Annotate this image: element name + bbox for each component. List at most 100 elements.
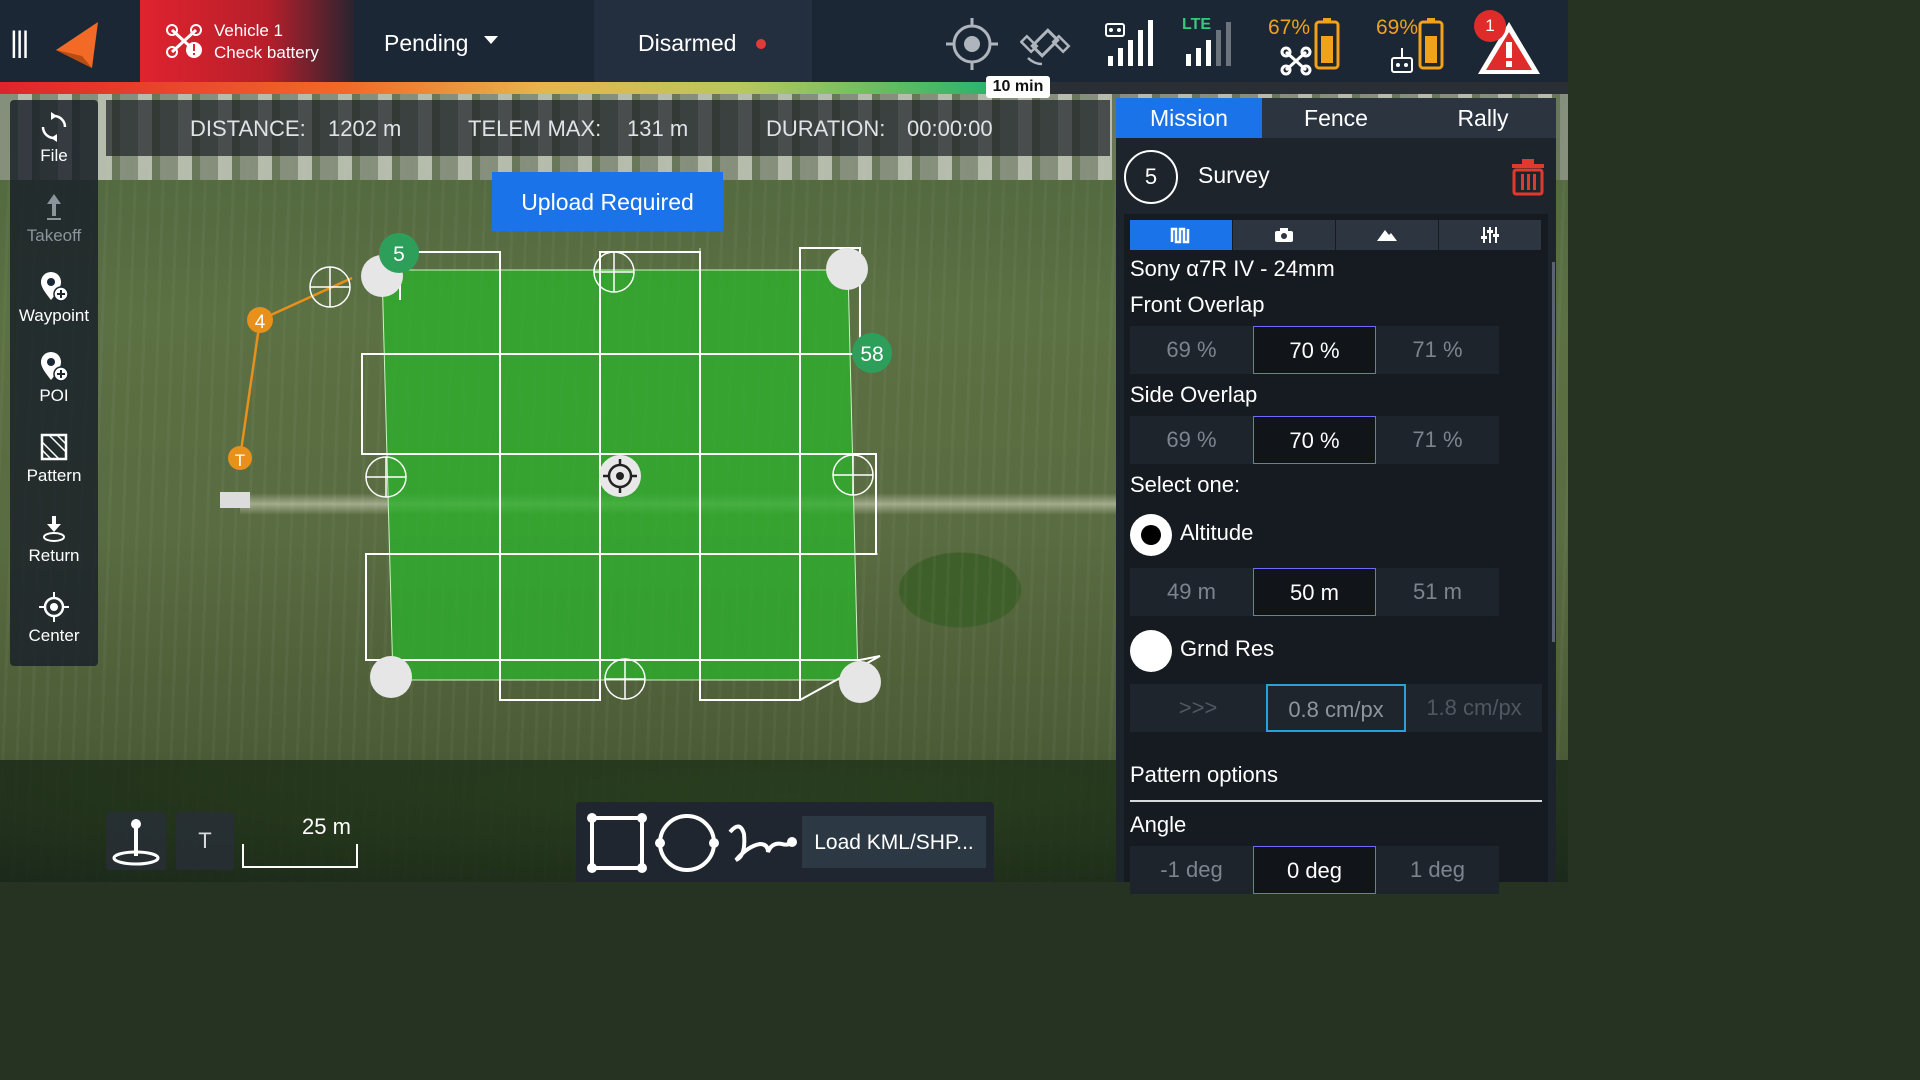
pattern-options-label[interactable]: Pattern options [1130, 762, 1278, 788]
arm-status-label: Disarmed [638, 30, 737, 56]
survey-center-handle[interactable] [599, 455, 641, 497]
poi-icon [41, 352, 69, 382]
waypoint-4-label: 4 [255, 312, 266, 333]
camera-name[interactable]: Sony α7R IV - 24mm [1130, 256, 1335, 282]
survey-subtabs [1130, 220, 1542, 250]
telem-max-value: 131 m [627, 116, 689, 141]
altitude-selected[interactable]: 50 m [1253, 568, 1376, 616]
tool-pattern[interactable]: Pattern [10, 420, 98, 492]
sliders-icon [1481, 227, 1499, 243]
upload-required-button[interactable]: Upload Required [492, 172, 723, 231]
tab-fence[interactable]: Fence [1263, 98, 1409, 138]
vehicle-status-text: Check battery [214, 43, 319, 62]
tool-center-label: Center [28, 626, 80, 645]
tool-poi[interactable]: POI [10, 340, 98, 412]
altitude-picker[interactable]: 49 m 50 m 51 m [1130, 568, 1500, 618]
grnd-res-option: >>> [1130, 684, 1266, 732]
side-overlap-option[interactable]: 71 % [1376, 416, 1499, 464]
gps-icon[interactable] [944, 16, 1000, 72]
pin-icon [112, 819, 160, 866]
flight-time-progress [0, 82, 1568, 94]
pattern-icon [40, 433, 68, 461]
plan-toolbar: File Takeoff Waypoint POI Pattern Return… [10, 100, 98, 666]
trash-icon[interactable] [1510, 158, 1546, 196]
side-overlap-picker[interactable]: 69 % 70 % 71 % [1130, 416, 1500, 466]
satellite-icon[interactable] [1020, 18, 1072, 68]
arm-status-dot [756, 39, 766, 49]
subtab-camera[interactable] [1233, 220, 1335, 250]
tool-file-label: File [40, 146, 68, 165]
takeoff-icon [47, 194, 61, 220]
tool-takeoff[interactable]: Takeoff [10, 180, 98, 252]
subtab-transects[interactable] [1130, 220, 1232, 250]
tool-takeoff-label: Takeoff [26, 226, 82, 245]
vehicle-name: Vehicle 1 [214, 21, 283, 40]
vehicle-location-button[interactable] [106, 812, 166, 870]
map-building [220, 492, 250, 508]
angle-label: Angle [1130, 812, 1187, 837]
map-scale-label: 25 m [302, 814, 351, 839]
tool-return[interactable]: Return [10, 500, 98, 572]
alert-count-badge[interactable]: 1 [1474, 10, 1506, 42]
sequence-number[interactable]: 5 [1124, 150, 1178, 204]
tab-rally[interactable]: Rally [1410, 98, 1556, 138]
tool-poi-label: POI [39, 386, 69, 405]
circle-shape-icon[interactable] [654, 812, 720, 874]
mission-path [238, 276, 353, 459]
mission-editor-panel: Mission Fence Rally 5 Survey Sony α7R IV… [1116, 98, 1556, 894]
subtab-terrain[interactable] [1336, 220, 1438, 250]
controller-battery-icon[interactable] [1390, 14, 1454, 76]
angle-option[interactable]: 1 deg [1376, 846, 1499, 894]
tool-file[interactable]: File [10, 100, 98, 172]
front-overlap-selected[interactable]: 70 % [1253, 326, 1376, 374]
front-overlap-picker[interactable]: 69 % 70 % 71 % [1130, 326, 1500, 376]
subtab-settings[interactable] [1439, 220, 1541, 250]
rectangle-shape-icon[interactable] [586, 812, 648, 874]
altitude-option[interactable]: 51 m [1376, 568, 1499, 616]
flight-mode-label: Pending [384, 30, 469, 56]
side-overlap-label: Side Overlap [1130, 382, 1258, 407]
distance-value: 1202 m [328, 116, 402, 141]
section-divider [1130, 800, 1542, 802]
vehicle-status-alert[interactable]: Vehicle 1 Check battery [140, 0, 354, 82]
panel-scrollbar[interactable] [1552, 262, 1555, 642]
angle-selected[interactable]: 0 deg [1253, 846, 1376, 894]
angle-option[interactable]: -1 deg [1130, 846, 1253, 894]
drone-battery-icon[interactable] [1278, 14, 1348, 76]
tab-mission[interactable]: Mission [1116, 98, 1262, 138]
arm-status-indicator[interactable]: Disarmed [594, 0, 812, 82]
camera-icon [1275, 228, 1293, 242]
side-overlap-option[interactable]: 69 % [1130, 416, 1253, 464]
tool-return-label: Return [28, 546, 80, 565]
grnd-res-label: Grnd Res [1180, 636, 1275, 661]
app-logo-icon[interactable] [52, 20, 98, 72]
chevron-down-icon [484, 36, 498, 44]
flight-mode-dropdown[interactable]: Pending [354, 0, 594, 82]
center-icon [39, 592, 69, 622]
tool-waypoint[interactable]: Waypoint [10, 260, 98, 332]
load-kml-button[interactable]: Load KML/SHP... [802, 816, 986, 868]
front-overlap-option[interactable]: 71 % [1376, 326, 1499, 374]
duration-value: 00:00:00 [907, 116, 993, 141]
tool-center[interactable]: Center [10, 580, 98, 652]
map-scale-bar [242, 844, 358, 868]
drone-warning-icon [166, 24, 202, 58]
mission-stats-bar: DISTANCE: 1202 m TELEM MAX: 131 m DURATI… [106, 100, 1110, 156]
altitude-option[interactable]: 49 m [1130, 568, 1253, 616]
side-overlap-selected[interactable]: 70 % [1253, 416, 1376, 464]
survey-start-label: 5 [393, 243, 405, 266]
flight-time-progress-fill [0, 82, 988, 94]
lte-signal-icon[interactable] [1184, 20, 1240, 70]
front-overlap-option[interactable]: 69 % [1130, 326, 1253, 374]
takeoff-toggle-button[interactable]: T [176, 812, 234, 870]
angle-picker[interactable]: -1 deg 0 deg 1 deg [1130, 846, 1500, 896]
freehand-shape-icon[interactable] [726, 816, 798, 870]
menu-icon[interactable]: ||| [10, 26, 29, 60]
rc-signal-icon[interactable] [1104, 16, 1164, 70]
grnd-res-radio[interactable] [1130, 630, 1172, 672]
grnd-res-picker[interactable]: >>> 0.8 cm/px 1.8 cm/px [1130, 684, 1542, 734]
survey-item-header: 5 Survey [1116, 142, 1556, 212]
survey-settings: Sony α7R IV - 24mm Front Overlap 69 % 70… [1124, 214, 1548, 894]
altitude-radio[interactable] [1130, 514, 1172, 556]
shape-toolbar: Load KML/SHP... [576, 802, 994, 882]
